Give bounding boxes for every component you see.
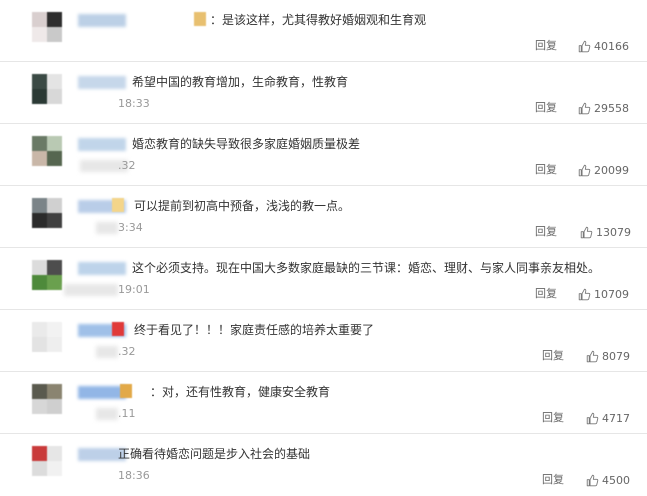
user-badge-icon	[112, 198, 124, 212]
avatar[interactable]	[32, 198, 62, 228]
like-count: 40166	[594, 39, 629, 53]
username-blurred[interactable]	[78, 138, 126, 151]
avatar[interactable]	[32, 260, 62, 290]
timestamp: .32	[118, 159, 136, 172]
like-button[interactable]: 20099	[578, 162, 629, 178]
username-blurred[interactable]	[78, 262, 126, 275]
reply-button[interactable]: 回复	[542, 349, 564, 363]
user-badge-icon	[194, 12, 206, 26]
user-badge-icon	[112, 322, 124, 336]
avatar[interactable]	[32, 12, 62, 42]
comment-text: 终于看见了！！！家庭责任感的培养太重要了	[134, 323, 375, 337]
username-blurred[interactable]	[78, 76, 126, 89]
like-count: 10709	[594, 287, 629, 301]
like-count: 4500	[602, 473, 630, 487]
comment-text: 希望中国的教育增加，生命教育，性教育	[132, 75, 349, 89]
comment-row: 正确看待婚恋问题是步入社会的基础 18:36 回复 4500	[0, 434, 647, 496]
comment-text: 可以提前到初高中预备，浅浅的教一点。	[134, 199, 351, 213]
timestamp: .11	[118, 407, 136, 420]
like-button[interactable]: 13079	[580, 224, 631, 240]
timestamp-blur	[64, 284, 118, 296]
avatar[interactable]	[32, 74, 62, 104]
comment-row: 终于看见了！！！家庭责任感的培养太重要了 .32 回复 8079	[0, 310, 647, 372]
avatar[interactable]	[32, 446, 62, 476]
thumbs-up-icon	[580, 226, 593, 238]
comment-row: 希望中国的教育增加，生命教育，性教育 18:33 回复 29558	[0, 62, 647, 124]
like-button[interactable]: 4717	[586, 410, 630, 426]
reply-button[interactable]: 回复	[535, 39, 557, 53]
timestamp-blur	[96, 346, 118, 358]
avatar[interactable]	[32, 322, 62, 352]
like-button[interactable]: 8079	[586, 348, 630, 364]
comment-row: ：对，还有性教育，健康安全教育 .11 回复 4717	[0, 372, 647, 434]
thumbs-up-icon	[578, 40, 591, 52]
timestamp-blur	[96, 408, 118, 420]
timestamp: 19:01	[118, 283, 150, 296]
like-count: 4717	[602, 411, 630, 425]
timestamp-blur	[96, 222, 118, 234]
reply-button[interactable]: 回复	[542, 411, 564, 425]
comment-list: ：是该这样，尤其得教好婚姻观和生育观回复 40166 希望中国的教育增加，生命教育，…	[0, 0, 647, 494]
comment-text: 婚恋教育的缺失导致很多家庭婚姻质量极差	[132, 137, 361, 151]
timestamp: .32	[118, 345, 136, 358]
timestamp: 18:33	[118, 97, 150, 110]
like-button[interactable]: 29558	[578, 100, 629, 116]
thumbs-up-icon	[578, 288, 591, 300]
thumbs-up-icon	[586, 474, 599, 486]
thumbs-up-icon	[578, 102, 591, 114]
comment-row: 婚恋教育的缺失导致很多家庭婚姻质量极差 .32 回复 20099	[0, 124, 647, 186]
comment-text: 这个必须支持。现在中国大多数家庭最缺的三节课：婚恋、理财、与家人同事亲友相处。	[132, 261, 601, 275]
reply-button[interactable]: 回复	[535, 163, 557, 177]
comment-row: 这个必须支持。现在中国大多数家庭最缺的三节课：婚恋、理财、与家人同事亲友相处。 1…	[0, 248, 647, 310]
comment-row: ：是该这样，尤其得教好婚姻观和生育观回复 40166	[0, 0, 647, 62]
like-button[interactable]: 40166	[578, 38, 629, 54]
timestamp: 3:34	[118, 221, 143, 234]
reply-button[interactable]: 回复	[542, 473, 564, 487]
like-count: 13079	[596, 225, 631, 239]
user-badge-icon	[120, 384, 132, 398]
thumbs-up-icon	[578, 164, 591, 176]
avatar[interactable]	[32, 136, 62, 166]
comment-text: ：是该这样，尤其得教好婚姻观和生育观	[210, 13, 427, 27]
like-count: 20099	[594, 163, 629, 177]
comment-text: ：对，还有性教育，健康安全教育	[150, 385, 331, 399]
comment-text: 正确看待婚恋问题是步入社会的基础	[118, 447, 311, 461]
like-button[interactable]: 10709	[578, 286, 629, 302]
like-count: 8079	[602, 349, 630, 363]
reply-button[interactable]: 回复	[535, 101, 557, 115]
username-blurred[interactable]	[78, 386, 126, 399]
username-blurred[interactable]	[78, 14, 126, 27]
reply-button[interactable]: 回复	[535, 287, 557, 301]
timestamp: 18:36	[118, 469, 150, 482]
like-count: 29558	[594, 101, 629, 115]
reply-button[interactable]: 回复	[535, 225, 557, 239]
avatar[interactable]	[32, 384, 62, 414]
thumbs-up-icon	[586, 350, 599, 362]
like-button[interactable]: 4500	[586, 472, 630, 488]
comment-row: 可以提前到初高中预备，浅浅的教一点。 3:34 回复 13079	[0, 186, 647, 248]
thumbs-up-icon	[586, 412, 599, 424]
